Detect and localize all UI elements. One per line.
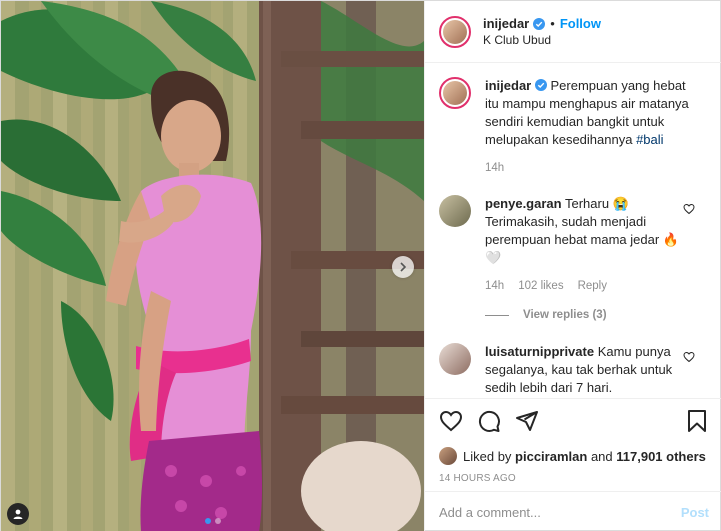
chevron-right-icon xyxy=(400,262,407,272)
verified-badge-icon xyxy=(534,79,547,91)
post-photo[interactable] xyxy=(1,1,424,531)
heart-icon xyxy=(439,410,463,432)
share-button[interactable] xyxy=(515,409,539,433)
share-icon xyxy=(516,411,538,431)
likes-count[interactable]: 117,901 others xyxy=(616,449,706,464)
bookmark-icon xyxy=(688,410,706,432)
view-replies-label: View replies (3) xyxy=(523,309,607,321)
view-replies-button[interactable]: View replies (3) xyxy=(485,309,709,321)
caption-avatar[interactable] xyxy=(439,77,471,109)
reply-button[interactable]: Reply xyxy=(578,277,607,295)
carousel-dot-2 xyxy=(214,518,221,524)
add-comment-bar: Post xyxy=(425,491,721,531)
hashtag-link[interactable]: #bali xyxy=(636,132,663,147)
comment-item: penye.garan Terharu 😭 Terimakasih, sudah… xyxy=(439,195,709,295)
post-header: inijedar • Follow K Club Ubud xyxy=(425,1,721,63)
verified-badge-icon xyxy=(533,17,546,30)
save-button[interactable] xyxy=(685,409,709,433)
author-avatar[interactable] xyxy=(439,15,471,48)
follow-button[interactable]: Follow xyxy=(560,16,601,31)
comment-heart-icon[interactable] xyxy=(683,351,695,363)
caption-time: 14h xyxy=(485,162,505,174)
post-timestamp: 14 HOURS AGO xyxy=(439,473,516,484)
comment-heart-icon[interactable] xyxy=(683,203,695,215)
caption: inijedar Perempuan yang hebat itu mampu … xyxy=(439,77,709,177)
comment-time: 14h xyxy=(485,280,505,292)
photo-illustration xyxy=(1,1,424,531)
comment-button[interactable] xyxy=(477,409,501,433)
caption-username[interactable]: inijedar xyxy=(485,78,531,93)
author-username[interactable]: inijedar xyxy=(483,16,529,31)
liker-username[interactable]: picciramlan xyxy=(515,449,587,464)
comments-list[interactable]: inijedar Perempuan yang hebat itu mampu … xyxy=(425,63,721,398)
header-separator: • xyxy=(550,16,555,31)
comment-username[interactable]: luisaturnipprivate xyxy=(485,344,594,359)
like-button[interactable] xyxy=(439,409,463,433)
post-comment-button[interactable]: Post xyxy=(681,505,709,520)
comment-likes[interactable]: 102 likes xyxy=(518,277,563,295)
commenter-avatar[interactable] xyxy=(439,343,471,375)
commenter-avatar[interactable] xyxy=(439,195,471,227)
likes-summary[interactable]: Liked by picciramlan and 117,901 others xyxy=(439,447,709,465)
carousel-next-button[interactable] xyxy=(392,256,414,278)
post-modal: inijedar • Follow K Club Ubud inijedar P… xyxy=(0,0,721,531)
post-actions: Liked by picciramlan and 117,901 others … xyxy=(425,398,721,491)
likes-and: and xyxy=(590,448,613,464)
post-location[interactable]: K Club Ubud xyxy=(483,33,601,47)
carousel-dot-1 xyxy=(204,518,211,524)
likes-prefix: Liked by xyxy=(463,448,512,464)
liker-avatar xyxy=(439,447,457,465)
comment-item: luisaturnipprivate Kamu punya segalanya,… xyxy=(439,343,709,397)
carousel-indicator xyxy=(1,518,424,524)
add-comment-input[interactable] xyxy=(439,504,681,520)
comment-icon xyxy=(478,410,500,432)
comment-username[interactable]: penye.garan xyxy=(485,196,562,211)
post-details-panel: inijedar • Follow K Club Ubud inijedar P… xyxy=(424,1,721,531)
